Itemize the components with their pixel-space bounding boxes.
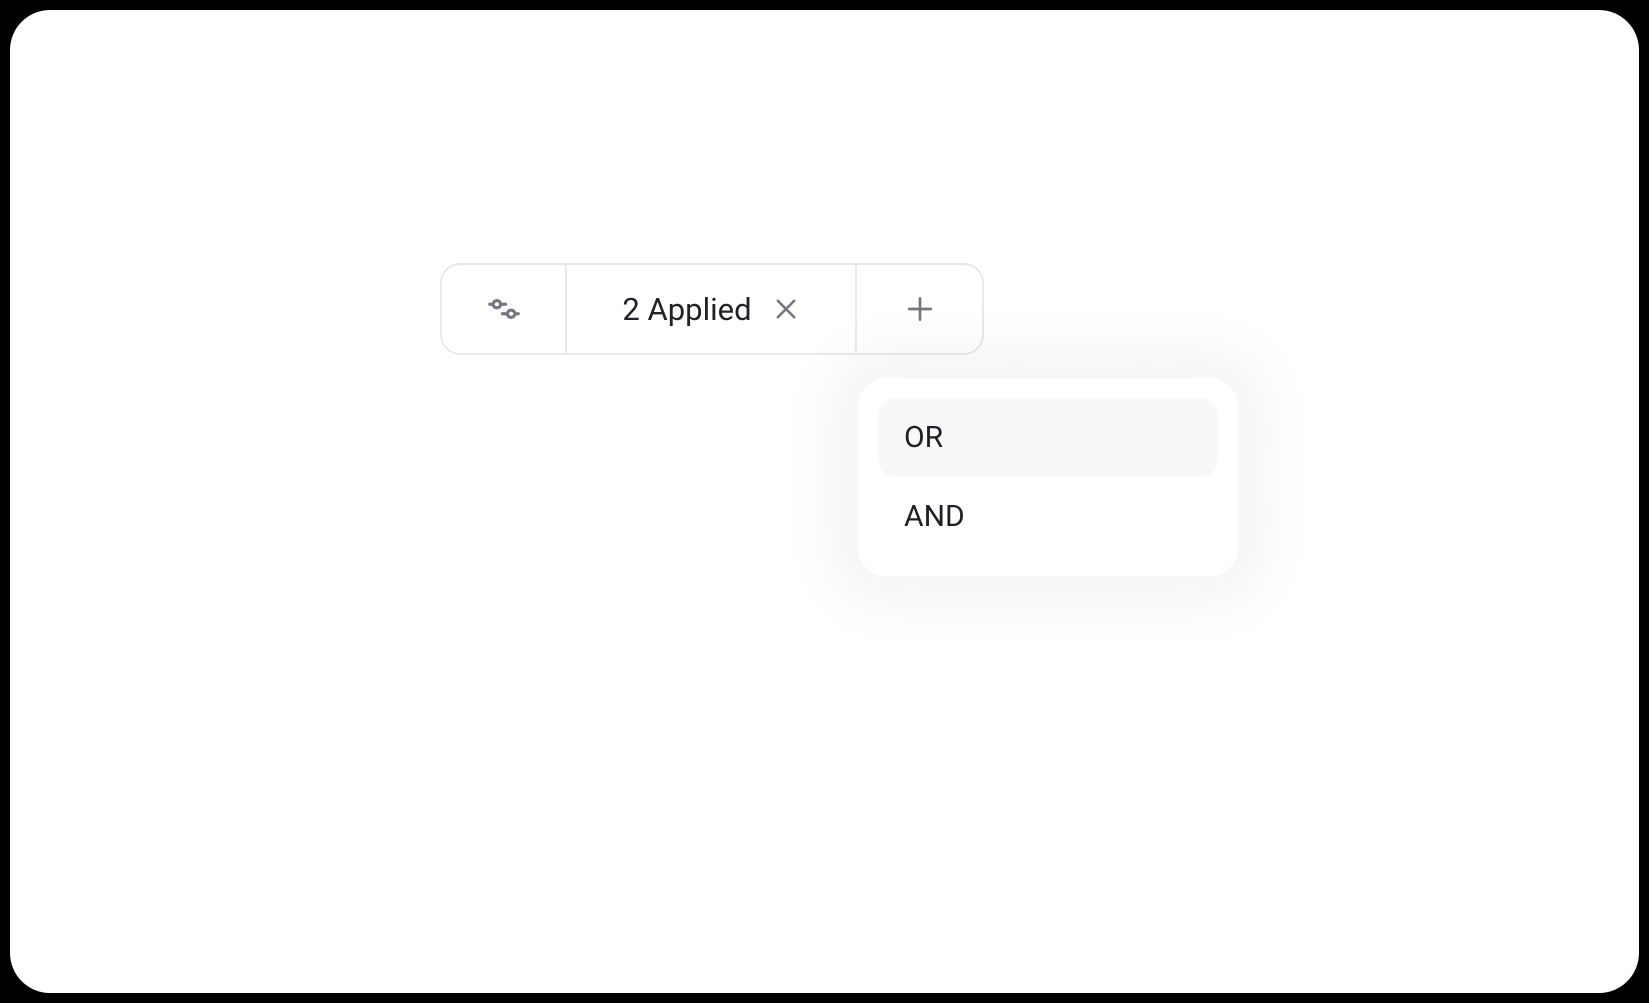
filter-settings-button[interactable] — [442, 265, 567, 353]
filter-bar: 2 Applied — [440, 263, 984, 355]
app-frame: 2 Applied OR AND — [10, 10, 1639, 993]
dropdown-item-and[interactable]: AND — [878, 477, 1218, 556]
sliders-icon — [485, 290, 523, 328]
add-filter-button[interactable] — [857, 265, 982, 353]
filter-applied-label: 2 Applied — [622, 291, 751, 328]
close-icon[interactable] — [772, 295, 800, 323]
plus-icon — [904, 293, 936, 325]
dropdown-item-or[interactable]: OR — [878, 398, 1218, 477]
dropdown-item-label: AND — [904, 499, 965, 534]
dropdown-item-label: OR — [904, 420, 943, 455]
filter-applied-chip[interactable]: 2 Applied — [567, 265, 857, 353]
logic-operator-dropdown: OR AND — [858, 378, 1238, 576]
